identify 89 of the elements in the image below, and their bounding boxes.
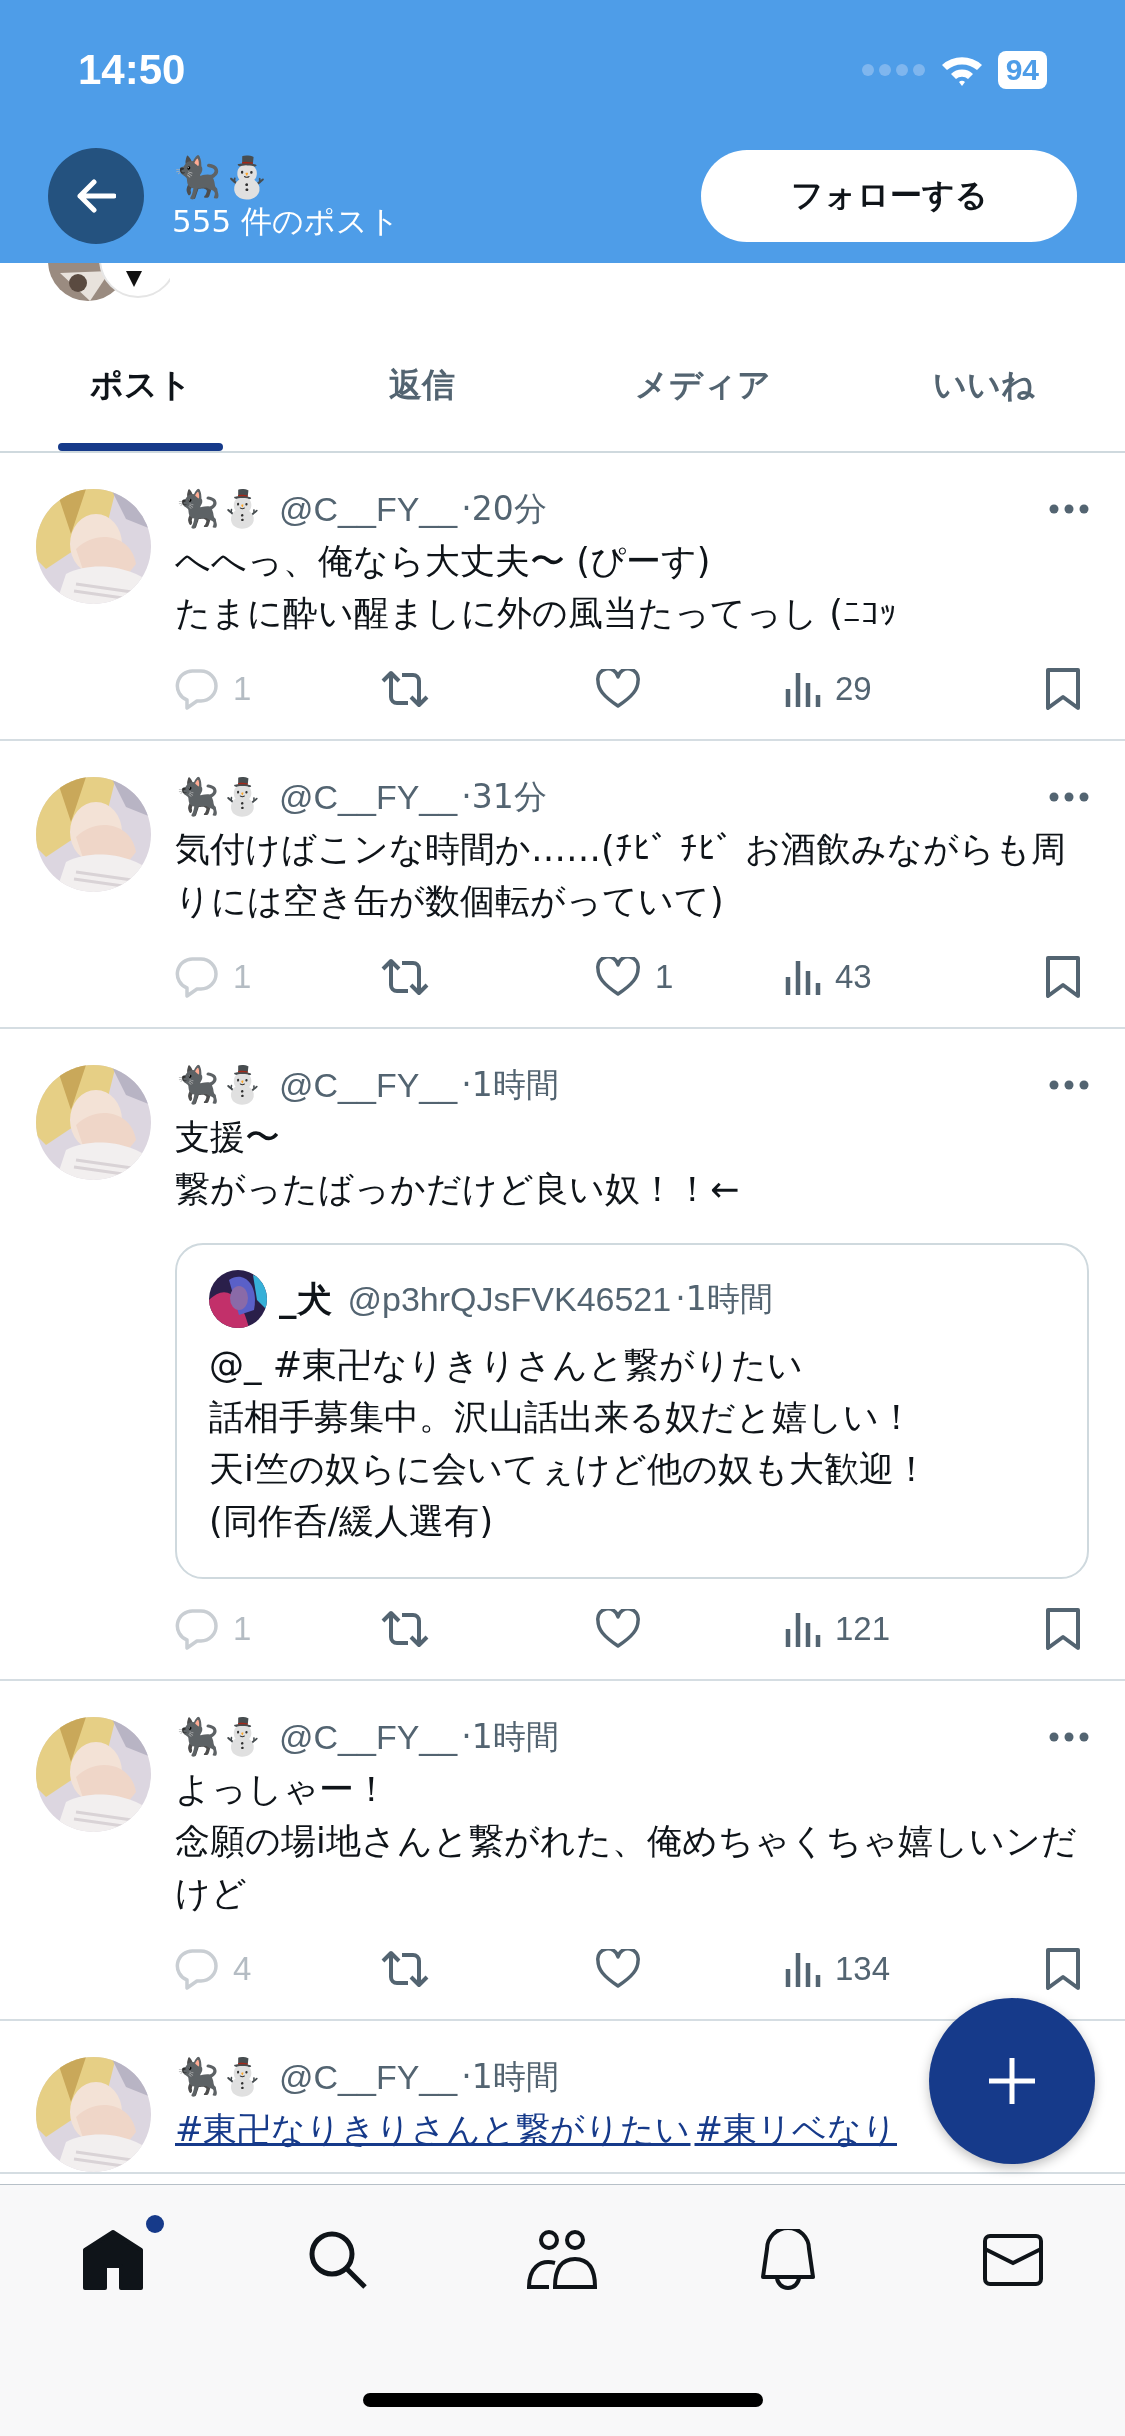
user-handle: @p3hrQJsFVK46521 bbox=[347, 1279, 672, 1319]
repost-icon bbox=[380, 957, 430, 997]
like-button[interactable]: 1 bbox=[595, 957, 674, 997]
heart-icon bbox=[595, 669, 641, 709]
repost-icon bbox=[380, 1609, 430, 1649]
post-text: @_ #東卍なりきりさんと繋がりたい bbox=[209, 1344, 804, 1387]
post-time: ·1時間 bbox=[675, 1277, 773, 1320]
bell-icon bbox=[758, 2229, 817, 2291]
post-text: 気付けばこンな時間か……(ﾁﾋﾞ ﾁﾋﾞ お酒飲みながらも周りには空き缶が数個転がっていて) bbox=[175, 828, 1067, 923]
post-time: ·1時間 bbox=[461, 1715, 559, 1758]
post-text: 話相手募集中。沢山話出来る奴だと嬉しい！ bbox=[209, 1396, 915, 1439]
post-text: よっしゃー！ bbox=[175, 1768, 390, 1811]
more-button[interactable] bbox=[1049, 504, 1089, 514]
bookmark-icon bbox=[1045, 955, 1081, 999]
views-button[interactable]: 29 bbox=[785, 669, 872, 709]
post-text: 支援〜 bbox=[175, 1116, 281, 1159]
profile-name: 🐈‍⬛⛄ bbox=[172, 153, 273, 202]
reply-icon bbox=[175, 668, 219, 710]
user-handle: @C__FY__ bbox=[279, 2057, 458, 2097]
bookmark-button[interactable] bbox=[1045, 1607, 1081, 1651]
views-button[interactable]: 43 bbox=[785, 957, 872, 997]
user-handle: @C__FY__ bbox=[279, 1065, 458, 1105]
profile-tab[interactable]: 返信 bbox=[281, 320, 563, 451]
views-button[interactable]: 121 bbox=[785, 1609, 891, 1649]
user-handle: @C__FY__ bbox=[279, 1717, 458, 1757]
more-button[interactable] bbox=[1049, 792, 1089, 802]
post-time: ·20分 bbox=[461, 487, 547, 530]
display-name: _犬 bbox=[279, 1277, 332, 1321]
heart-icon bbox=[595, 1609, 641, 1649]
more-icon bbox=[1049, 1732, 1089, 1742]
post-count: 555 件のポスト bbox=[172, 202, 402, 240]
bookmark-button[interactable] bbox=[1045, 1947, 1081, 1991]
back-icon bbox=[76, 179, 116, 213]
heart-icon bbox=[595, 1949, 641, 1989]
more-icon bbox=[1049, 792, 1089, 802]
reply-icon bbox=[175, 1948, 219, 1990]
more-button[interactable] bbox=[1049, 1080, 1089, 1090]
post-text: へへっ、俺なら大丈夫〜 (ぴーす) bbox=[175, 540, 712, 583]
notification-dot bbox=[145, 2215, 164, 2233]
battery-level: 94 bbox=[997, 51, 1047, 89]
post-text: たまに酔い醒ましに外の風当たってっし (ﾆｺｯ bbox=[175, 592, 898, 635]
display-name: 🐈‍⬛⛄ bbox=[175, 1064, 265, 1106]
repost-icon bbox=[380, 669, 430, 709]
repost-button[interactable] bbox=[380, 1949, 430, 1989]
bookmark-button[interactable] bbox=[1045, 667, 1081, 711]
hashtag-link[interactable]: #東リベなり bbox=[694, 2109, 897, 2149]
post-text: (同作呑/緩人選有) bbox=[209, 1500, 495, 1543]
profile-tab[interactable]: メディア bbox=[562, 320, 844, 451]
repost-button[interactable] bbox=[380, 1609, 430, 1649]
people-icon bbox=[526, 2229, 599, 2291]
user-handle: @C__FY__ bbox=[279, 777, 458, 817]
display-name: 🐈‍⬛⛄ bbox=[175, 1716, 265, 1758]
mail-icon bbox=[981, 2233, 1044, 2287]
hashtag-link[interactable]: #東卍なりきりさんと繋がりたい bbox=[175, 2109, 691, 2149]
profile-tab[interactable]: ポスト bbox=[0, 320, 282, 451]
user-handle: @C__FY__ bbox=[279, 489, 458, 529]
status-time: 14:50 bbox=[78, 46, 186, 94]
like-button[interactable] bbox=[595, 1949, 641, 1989]
post-time: ·31分 bbox=[461, 775, 547, 818]
bookmark-icon bbox=[1045, 1607, 1081, 1651]
display-name: 🐈‍⬛⛄ bbox=[175, 488, 265, 530]
plus-icon bbox=[987, 2056, 1037, 2106]
like-button[interactable] bbox=[595, 1609, 641, 1649]
post-text: 念願の場i地さんと繋がれた、俺めちゃくちゃ嬉しいンだけど bbox=[175, 1820, 1078, 1915]
more-button[interactable] bbox=[1049, 1732, 1089, 1742]
views-button[interactable]: 134 bbox=[785, 1949, 891, 1989]
post-text: 天i竺の奴らに会いてぇけど他の奴も大歓迎！ bbox=[209, 1448, 930, 1491]
signal-icon bbox=[861, 63, 926, 77]
repost-icon bbox=[380, 1949, 430, 1989]
post-time: ·1時間 bbox=[461, 2055, 559, 2098]
home-icon bbox=[80, 2228, 145, 2292]
display-name: 🐈‍⬛⛄ bbox=[175, 2056, 265, 2098]
bookmark-icon bbox=[1045, 1947, 1081, 1991]
more-icon bbox=[1049, 1080, 1089, 1090]
follow-button[interactable]: フォローする bbox=[701, 150, 1077, 242]
post-time: ·1時間 bbox=[461, 1063, 559, 1106]
quoted-post[interactable]: _犬 @p3hrQJsFVK46521·1時間 @_ #東卍なりきりさんと繋がりたい 話相手募集中。沢山話出来る奴だと嬉しい！ 天i竺の奴らに会いてぇけど他の奴も大歓迎！ (同作呑/緩人選有) bbox=[175, 1243, 1089, 1579]
bookmark-button[interactable] bbox=[1045, 955, 1081, 999]
post-text: 繋がったばっかだけど良い奴！！← bbox=[175, 1168, 741, 1211]
profile-tab[interactable]: いいね bbox=[843, 320, 1125, 451]
repost-button[interactable] bbox=[380, 669, 430, 709]
reply-icon bbox=[175, 1608, 219, 1650]
bookmark-icon bbox=[1045, 667, 1081, 711]
like-button[interactable] bbox=[595, 669, 641, 709]
repost-button[interactable] bbox=[380, 957, 430, 997]
more-icon bbox=[1049, 504, 1089, 514]
display-name: 🐈‍⬛⛄ bbox=[175, 776, 265, 818]
reply-icon bbox=[175, 956, 219, 998]
heart-icon bbox=[595, 957, 641, 997]
